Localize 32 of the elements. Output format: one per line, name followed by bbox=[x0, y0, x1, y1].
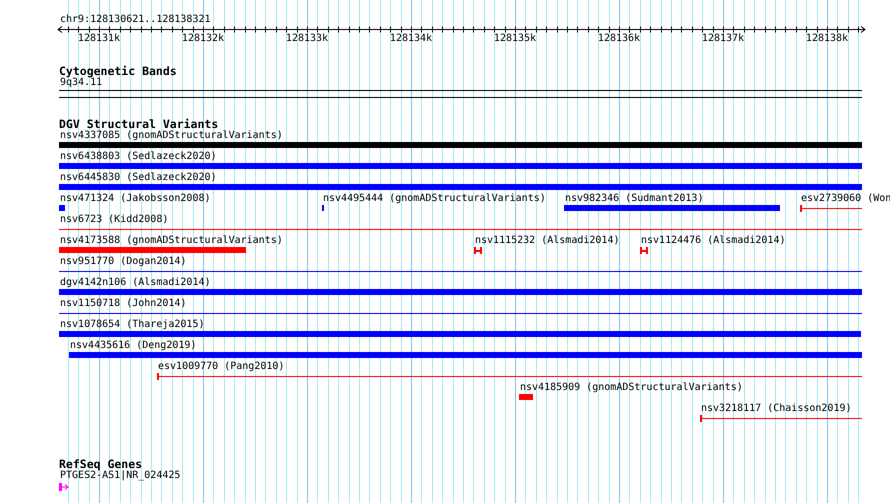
variant-label: esv1009770 (Pang2010) bbox=[157, 361, 284, 372]
variant-label: nsv1150718 (John2014) bbox=[59, 298, 186, 309]
track-title: RefSeq Genes bbox=[59, 458, 142, 470]
variant-label: dgv4142n106 (Alsmadi2014) bbox=[59, 277, 211, 288]
variant-label: nsv4435616 (Deng2019) bbox=[69, 340, 196, 351]
band-label: 9q34.11 bbox=[60, 77, 102, 89]
tick-label: 128138k bbox=[806, 33, 848, 45]
variant-label: nsv6438803 (Sedlazeck2020) bbox=[59, 151, 217, 162]
tick-label: 128135k bbox=[494, 33, 536, 45]
variant-label: nsv951770 (Dogan2014) bbox=[59, 256, 186, 267]
variant-label: nsv1124476 (Alsmadi2014) bbox=[640, 235, 786, 246]
variant-label: nsv4337085 (gnomADStructuralVariants) bbox=[59, 130, 283, 141]
variant-label: nsv4185909 (gnomADStructuralVariants) bbox=[519, 382, 743, 393]
gene-label: PTGES2-AS1|NR_024425 bbox=[60, 470, 180, 482]
track-title: DGV Structural Variants bbox=[59, 118, 218, 130]
tick-label: 128131k bbox=[78, 33, 120, 45]
tick-label: 128133k bbox=[286, 33, 328, 45]
variant-label: nsv1115232 (Alsmadi2014) bbox=[474, 235, 620, 246]
variant-label: nsv6445830 (Sedlazeck2020) bbox=[59, 172, 217, 183]
tick-label: 128137k bbox=[702, 33, 744, 45]
tick-label: 128132k bbox=[182, 33, 224, 45]
location-label: chr9:128130621..128138321 bbox=[60, 14, 211, 26]
variant-label: nsv4495444 (gnomADStructuralVariants) bbox=[322, 193, 546, 204]
variant-label: nsv982346 (Sudmant2013) bbox=[564, 193, 704, 204]
variant-label: nsv6723 (Kidd2008) bbox=[59, 214, 168, 225]
track-title: Cytogenetic Bands bbox=[59, 65, 177, 77]
variant-label: nsv4173588 (gnomADStructuralVariants) bbox=[59, 235, 283, 246]
tick-label: 128136k bbox=[598, 33, 640, 45]
variant-label: nsv1078654 (Thareja2015) bbox=[59, 319, 204, 330]
variant-label: nsv471324 (Jakobsson2008) bbox=[59, 193, 211, 204]
tick-label: 128134k bbox=[390, 33, 432, 45]
variant-label: nsv3218117 (Chaisson2019) bbox=[700, 403, 852, 414]
